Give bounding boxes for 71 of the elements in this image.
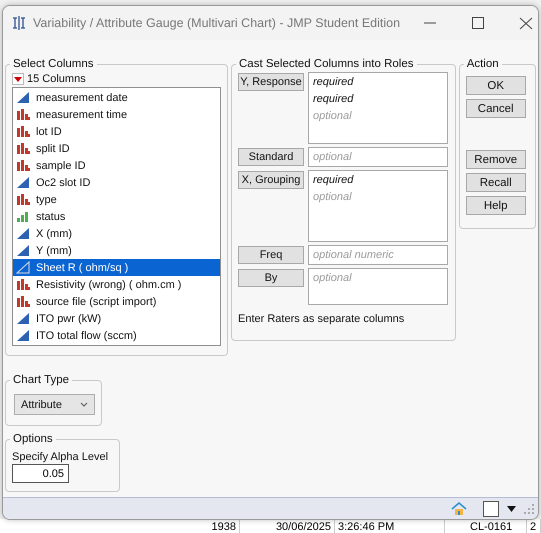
menu-button[interactable] [12, 73, 24, 85]
action-button[interactable]: Help [466, 196, 526, 215]
chart-type-dropdown[interactable]: Attribute [14, 394, 95, 415]
role-slot: required [313, 74, 443, 91]
column-item[interactable]: ITO total flow (sccm) [13, 327, 220, 344]
column-item[interactable]: Resistivity (wrong) ( ohm.cm ) [13, 276, 220, 293]
chevron-icon [80, 402, 88, 408]
action-button[interactable]: Remove [466, 150, 526, 169]
column-item[interactable]: source file (script import) [13, 293, 220, 310]
bar-chart-icon [16, 295, 30, 308]
group-title: Action [466, 58, 500, 70]
role-slot: optional numeric [313, 247, 443, 264]
group-title: Options [12, 433, 54, 445]
role-slot: optional [313, 108, 443, 125]
column-item[interactable]: measurement date [13, 89, 220, 106]
action-button[interactable]: OK [466, 76, 526, 95]
bar-chart-icon [16, 210, 30, 223]
role-slot: optional [313, 149, 443, 166]
column-item[interactable]: sample ID [13, 157, 220, 174]
color-swatch[interactable] [483, 500, 499, 516]
group-title: Cast Selected Columns into Roles [238, 58, 414, 70]
triangle-icon [16, 312, 30, 325]
role-slot: required [313, 91, 443, 108]
role-field[interactable]: required optional [308, 170, 448, 242]
app-logo-icon [11, 15, 27, 31]
home-icon [451, 501, 467, 516]
maximize-icon[interactable] [471, 16, 486, 28]
column-item[interactable]: type [13, 191, 220, 208]
bar-chart-icon [16, 278, 30, 291]
column-count: 15 Columns [27, 73, 86, 85]
action-button[interactable]: Recall [466, 173, 526, 192]
window-title: Variability / Attribute Gauge (Multivari Chart) - JMP Student Edition [33, 16, 400, 30]
column-item[interactable]: Y (mm) [13, 242, 220, 259]
column-item[interactable]: status [13, 208, 220, 225]
hint-text: Enter Raters as separate columns [238, 313, 406, 325]
group-title: Select Columns [12, 58, 95, 70]
role-button[interactable]: Freq [238, 246, 304, 264]
resize-grip-icon [524, 504, 534, 514]
triangle-icon [16, 91, 30, 104]
column-item[interactable]: measurement time [13, 106, 220, 123]
column-item[interactable]: Oc2 slot ID [13, 174, 220, 191]
role-button[interactable]: X, Grouping [238, 171, 304, 189]
bar-chart-icon [16, 193, 30, 206]
role-button[interactable]: Y, Response [238, 73, 304, 91]
triangle-icon [14, 76, 22, 82]
bar-chart-icon [16, 142, 30, 155]
group-title: Chart Type [12, 374, 70, 386]
triangle-icon [16, 261, 30, 274]
bar-chart-icon [16, 125, 30, 138]
column-item[interactable]: X (mm) [13, 225, 220, 242]
column-item[interactable]: split ID [13, 140, 220, 157]
triangle-icon [16, 176, 30, 189]
triangle-icon [16, 227, 30, 240]
column-item[interactable]: ITO pwr (kW) [13, 310, 220, 327]
role-button[interactable]: By [238, 269, 304, 287]
role-field[interactable]: required required optional [308, 72, 448, 144]
bar-chart-icon [16, 108, 30, 121]
triangle-icon [507, 506, 516, 512]
column-item[interactable]: Sheet R ( ohm/sq ) [13, 259, 220, 276]
role-slot: required [313, 172, 443, 189]
column-item[interactable]: lot ID [13, 123, 220, 140]
triangle-icon [16, 329, 30, 342]
field-label: Specify Alpha Level [12, 451, 110, 463]
role-slot: optional [313, 270, 443, 287]
role-slot: optional [313, 189, 443, 206]
action-button[interactable]: Cancel [466, 99, 526, 118]
alpha-input[interactable]: 0.05 [12, 464, 69, 483]
triangle-icon [16, 244, 30, 257]
role-button[interactable]: Standard [238, 148, 304, 166]
close-icon[interactable] [519, 16, 534, 30]
bar-chart-icon [16, 159, 30, 172]
